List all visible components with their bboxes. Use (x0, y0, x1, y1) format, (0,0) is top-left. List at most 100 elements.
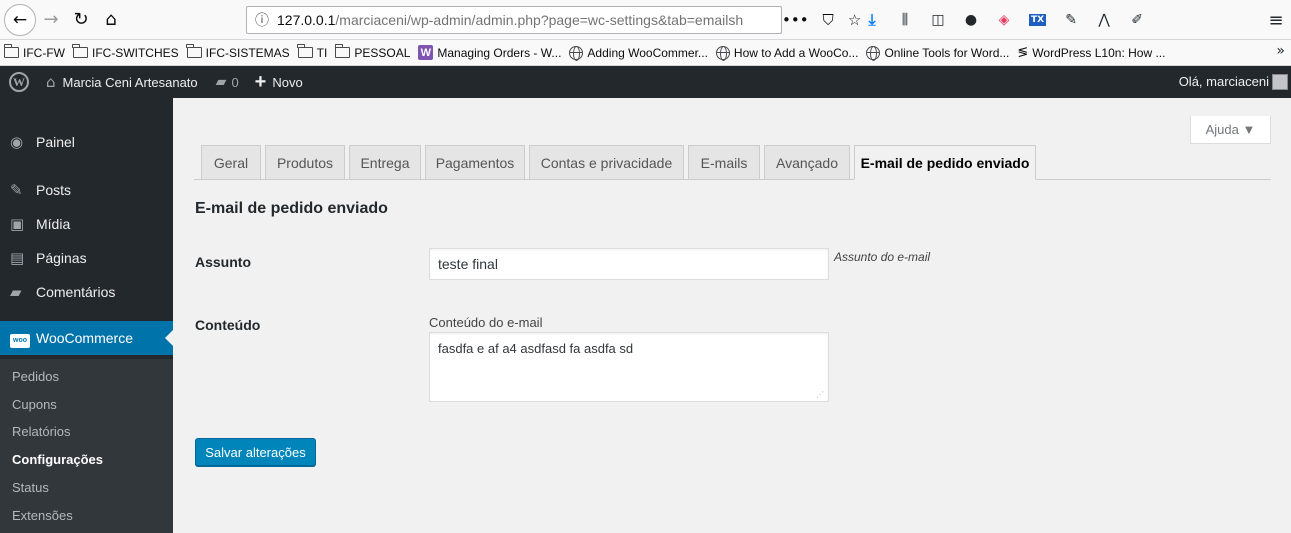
bookmark-item[interactable]: TI (297, 44, 327, 60)
folder-icon (3, 44, 19, 58)
dashboard-icon: ◉ (10, 133, 24, 151)
content-label: Conteúdo (195, 317, 261, 333)
subject-help-text: Assunto do e-mail (834, 250, 931, 264)
sidebar-item-label: WooCommerce (36, 330, 133, 346)
bookmark-item[interactable]: IFC-SWITCHES (72, 44, 179, 60)
tab-contas-privacidade[interactable]: Contas e privacidade (529, 145, 684, 180)
wordpress-logo-icon[interactable]: W (9, 72, 29, 92)
bookmark-item[interactable]: Online Tools for Word... (866, 45, 1009, 61)
forward-arrow-icon[interactable]: → (36, 5, 66, 35)
submenu-item-coupons[interactable]: Cupons (12, 397, 57, 412)
chevron-right-icon[interactable]: » (1276, 43, 1285, 59)
sidebar-item-label: Páginas (36, 250, 87, 266)
avatar[interactable] (1272, 74, 1288, 90)
download-icon[interactable]: ⤓ (864, 10, 880, 30)
comment-count[interactable]: 0 (231, 75, 238, 90)
tab-produtos[interactable]: Produtos (265, 145, 345, 180)
sidebar-item-label: Painel (36, 134, 75, 150)
extension-icons: ⤓ ⫼ ◫ ● ◈ TX ✎ ⋀ ✐ (864, 6, 1145, 34)
sidebar-item-label: Comentários (36, 284, 116, 300)
folder-icon (297, 44, 313, 58)
sidebar-item-woocommerce[interactable]: woo WooCommerce (0, 321, 173, 355)
tab-emails[interactable]: E-mails (688, 145, 760, 180)
home-icon[interactable]: ⌂ (96, 5, 126, 35)
library-icon[interactable]: ⫼ (897, 12, 913, 28)
woo-icon: W (418, 45, 434, 60)
folder-icon (186, 44, 202, 58)
sidebar-item-comments[interactable]: ▰ Comentários (0, 275, 173, 309)
tab-avancado[interactable]: Avançado (764, 145, 850, 180)
pin-icon: ✎ (10, 181, 23, 199)
bookmark-item[interactable]: PESSOAL (334, 44, 410, 60)
info-icon[interactable]: ⓘ (255, 10, 269, 30)
globe-icon (569, 45, 584, 61)
bookmark-item[interactable]: IFC-FW (3, 44, 65, 60)
sidebar-item-label: Mídia (36, 216, 71, 232)
help-tab-button[interactable]: Ajuda ▼ (1190, 116, 1271, 144)
subject-label: Assunto (195, 254, 251, 270)
page-actions-icon[interactable]: ••• (782, 11, 809, 29)
submenu-item-status[interactable]: Status (12, 480, 49, 495)
hamburger-menu-icon[interactable]: ≡ (1264, 6, 1288, 34)
new-content-link[interactable]: Novo (272, 75, 302, 90)
bookmark-star-icon[interactable]: ☆ (848, 11, 861, 29)
pages-icon: ▤ (10, 249, 25, 267)
admin-sidebar: ◉ Painel ✎ Posts ▣ Mídia ▤ Páginas ▰ Com… (0, 98, 173, 533)
extension-circle-icon[interactable]: ● (963, 12, 979, 28)
help-tab-label: Ajuda ▼ (1205, 122, 1256, 137)
translate-extension-icon[interactable]: TX (1029, 14, 1047, 26)
bookmark-item[interactable]: How to Add a WooCo... (715, 45, 858, 61)
tab-pagamentos[interactable]: Pagamentos (425, 145, 525, 180)
sidebar-item-pages[interactable]: ▤ Páginas (0, 241, 173, 275)
content-textarea[interactable]: fasdfa e af a4 asdfasd fa asdfa sd (429, 332, 829, 402)
pocket-icon[interactable]: ⛉ (823, 11, 834, 29)
save-button[interactable]: Salvar alterações (195, 438, 316, 466)
tab-email-pedido-enviado[interactable]: E-mail de pedido enviado (854, 145, 1036, 180)
extension-brush-icon[interactable]: ✐ (1129, 12, 1145, 28)
url-path: /marciaceni/wp-admin/admin.php?page=wc-s… (335, 12, 744, 28)
bookmark-item[interactable]: W Managing Orders - W... (418, 45, 561, 60)
submenu-item-extensions[interactable]: Extensões (12, 508, 73, 523)
plus-icon[interactable]: + (255, 72, 267, 92)
sidebar-item-label: Posts (36, 182, 72, 198)
tab-geral[interactable]: Geral (201, 145, 261, 180)
url-host: 127.0.0.1 (277, 12, 336, 28)
subject-input[interactable] (429, 248, 829, 280)
resize-grip-icon[interactable]: ⋰ (816, 390, 824, 399)
globe-icon (866, 45, 881, 61)
woocommerce-icon: woo (0, 328, 36, 348)
bookmark-item[interactable]: IFC-SISTEMAS (186, 44, 290, 60)
sidebar-item-dashboard[interactable]: ◉ Painel (0, 125, 173, 159)
back-arrow-icon[interactable]: ← (4, 3, 36, 36)
sidebar-item-posts[interactable]: ✎ Posts (0, 173, 173, 207)
bookmarks-bar: IFC-FW IFC-SWITCHES IFC-SISTEMAS TI PESS… (0, 40, 1291, 66)
extension-cloud-icon[interactable]: ◈ (996, 12, 1012, 28)
comment-bubble-icon[interactable]: ▰ (216, 74, 227, 90)
active-menu-arrow (165, 330, 173, 346)
sidebar-item-media[interactable]: ▣ Mídia (0, 207, 173, 241)
l10n-icon: ≶ (1017, 45, 1029, 60)
submenu-item-reports[interactable]: Relatórios (12, 424, 71, 439)
media-icon: ▣ (10, 215, 25, 233)
house-icon[interactable]: ⌂ (46, 73, 56, 91)
bookmark-item[interactable]: Adding WooCommer... (569, 45, 708, 61)
sidebar-toggle-icon[interactable]: ◫ (930, 12, 946, 28)
woocommerce-submenu: Pedidos Cupons Relatórios Configurações … (0, 359, 173, 533)
page-title: E-mail de pedido enviado (195, 200, 388, 217)
url-actions: ••• ⛉ ☆ (782, 6, 861, 34)
extension-mountain-icon[interactable]: ⋀ (1096, 12, 1112, 28)
submenu-item-orders[interactable]: Pedidos (12, 369, 59, 384)
submenu-item-settings[interactable]: Configurações (12, 452, 103, 467)
account-link[interactable]: Olá, marciaceni (1179, 74, 1269, 89)
content-caption: Conteúdo do e-mail (429, 315, 543, 330)
folder-icon (334, 44, 351, 58)
comments-icon: ▰ (10, 283, 22, 301)
site-name-link[interactable]: Marcia Ceni Artesanato (63, 75, 198, 90)
eyedropper-icon[interactable]: ✎ (1063, 12, 1079, 28)
globe-icon (715, 45, 730, 61)
browser-toolbar: ← → ↻ ⌂ ⓘ 127.0.0.1/marciaceni/wp-admin/… (0, 0, 1291, 40)
reload-icon[interactable]: ↻ (66, 5, 96, 35)
bookmark-item[interactable]: ≶ WordPress L10n: How ... (1017, 45, 1165, 60)
tab-entrega[interactable]: Entrega (349, 145, 421, 180)
address-bar[interactable]: ⓘ 127.0.0.1/marciaceni/wp-admin/admin.ph… (246, 6, 782, 34)
